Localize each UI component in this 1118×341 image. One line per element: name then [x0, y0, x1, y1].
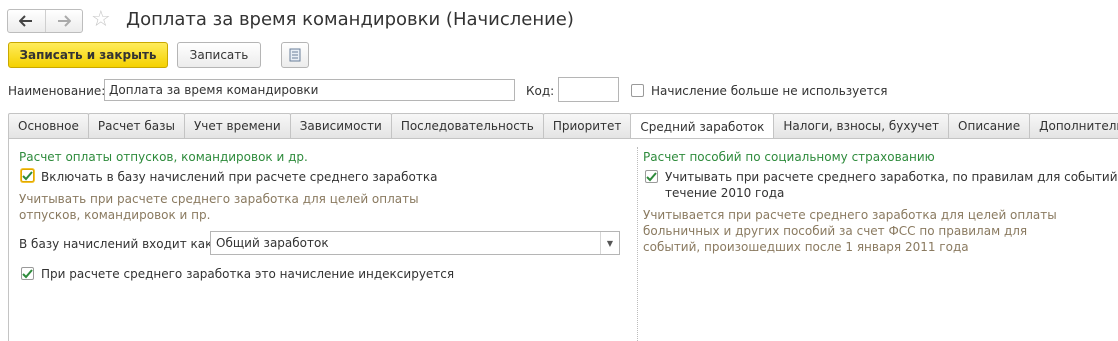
tab-taxes[interactable]: Налоги, взносы, бухучет — [773, 113, 950, 138]
document-menu-icon — [289, 48, 301, 62]
back-button[interactable] — [8, 10, 45, 32]
indexed-label: При расчете среднего заработка это начис… — [41, 267, 455, 281]
include-in-base-label: Включать в базу начислений при расчете с… — [41, 170, 438, 184]
tab-average-earnings[interactable]: Средний заработок — [630, 113, 775, 139]
dropdown-arrow-icon[interactable]: ▼ — [600, 232, 619, 254]
base-type-label: В базу начислений входит как: — [19, 237, 217, 251]
forward-button[interactable] — [44, 10, 83, 32]
save-button[interactable]: Записать — [177, 42, 261, 68]
fss-label-line1: Учитывать при расчете среднего заработка… — [665, 170, 1118, 184]
tab-panel-left-border — [8, 138, 9, 341]
fss-checkbox[interactable] — [645, 170, 658, 183]
include-in-base-checkbox[interactable] — [21, 169, 34, 182]
include-hint-line2: отпусков, командировок и пр. — [19, 208, 211, 222]
checkmark-icon — [646, 171, 657, 181]
checkmark-icon — [22, 170, 33, 180]
group-divider — [637, 147, 638, 341]
base-type-value: Общий заработок — [216, 236, 329, 250]
tab-panel-border — [8, 138, 1118, 139]
save-and-close-button[interactable]: Записать и закрыть — [8, 42, 168, 68]
fss-label-line2: течение 2010 года — [665, 186, 785, 200]
code-field[interactable] — [558, 77, 619, 102]
tab-priority[interactable]: Приоритет — [542, 113, 632, 138]
tab-base-calc[interactable]: Расчет базы — [87, 113, 185, 138]
page-title: Доплата за время командировки (Начислени… — [126, 9, 574, 30]
arrow-right-icon — [57, 15, 71, 27]
tab-description[interactable]: Описание — [948, 113, 1031, 138]
arrow-left-icon — [19, 15, 33, 27]
nav-buttons — [7, 9, 83, 33]
include-hint-line1: Учитывать при расчете среднего заработка… — [19, 192, 419, 206]
tab-time-accounting[interactable]: Учет времени — [183, 113, 291, 138]
left-group-title: Расчет оплаты отпусков, командировок и д… — [19, 150, 308, 164]
tab-dependencies[interactable]: Зависимости — [289, 113, 392, 138]
base-type-select[interactable]: Общий заработок ▼ — [210, 231, 620, 255]
name-label: Наименование: — [8, 84, 106, 98]
fss-hint-line1: Учитывается при расчете среднего заработ… — [643, 208, 1057, 222]
tab-main[interactable]: Основное — [8, 113, 89, 138]
fss-hint-line2: больничных и других пособий за счет ФСС … — [643, 224, 1028, 238]
checkmark-icon — [22, 268, 33, 278]
star-icon[interactable]: ☆ — [91, 7, 111, 33]
unused-checkbox[interactable] — [631, 84, 644, 97]
tab-bar: Основное Расчет базы Учет времени Зависи… — [8, 113, 1118, 139]
name-field[interactable]: Доплата за время командировки — [104, 79, 515, 101]
more-button[interactable] — [281, 42, 309, 68]
unused-label: Начисление больше не используется — [651, 84, 888, 98]
fss-hint-line3: событий, произошедших после 1 января 201… — [643, 240, 969, 254]
right-group-title: Расчет пособий по социальному страховани… — [643, 150, 935, 164]
tab-sequence[interactable]: Последовательность — [390, 113, 544, 138]
tab-additional[interactable]: Дополнительно — [1029, 113, 1118, 138]
indexed-checkbox[interactable] — [21, 267, 34, 280]
code-label: Код: — [526, 84, 555, 98]
